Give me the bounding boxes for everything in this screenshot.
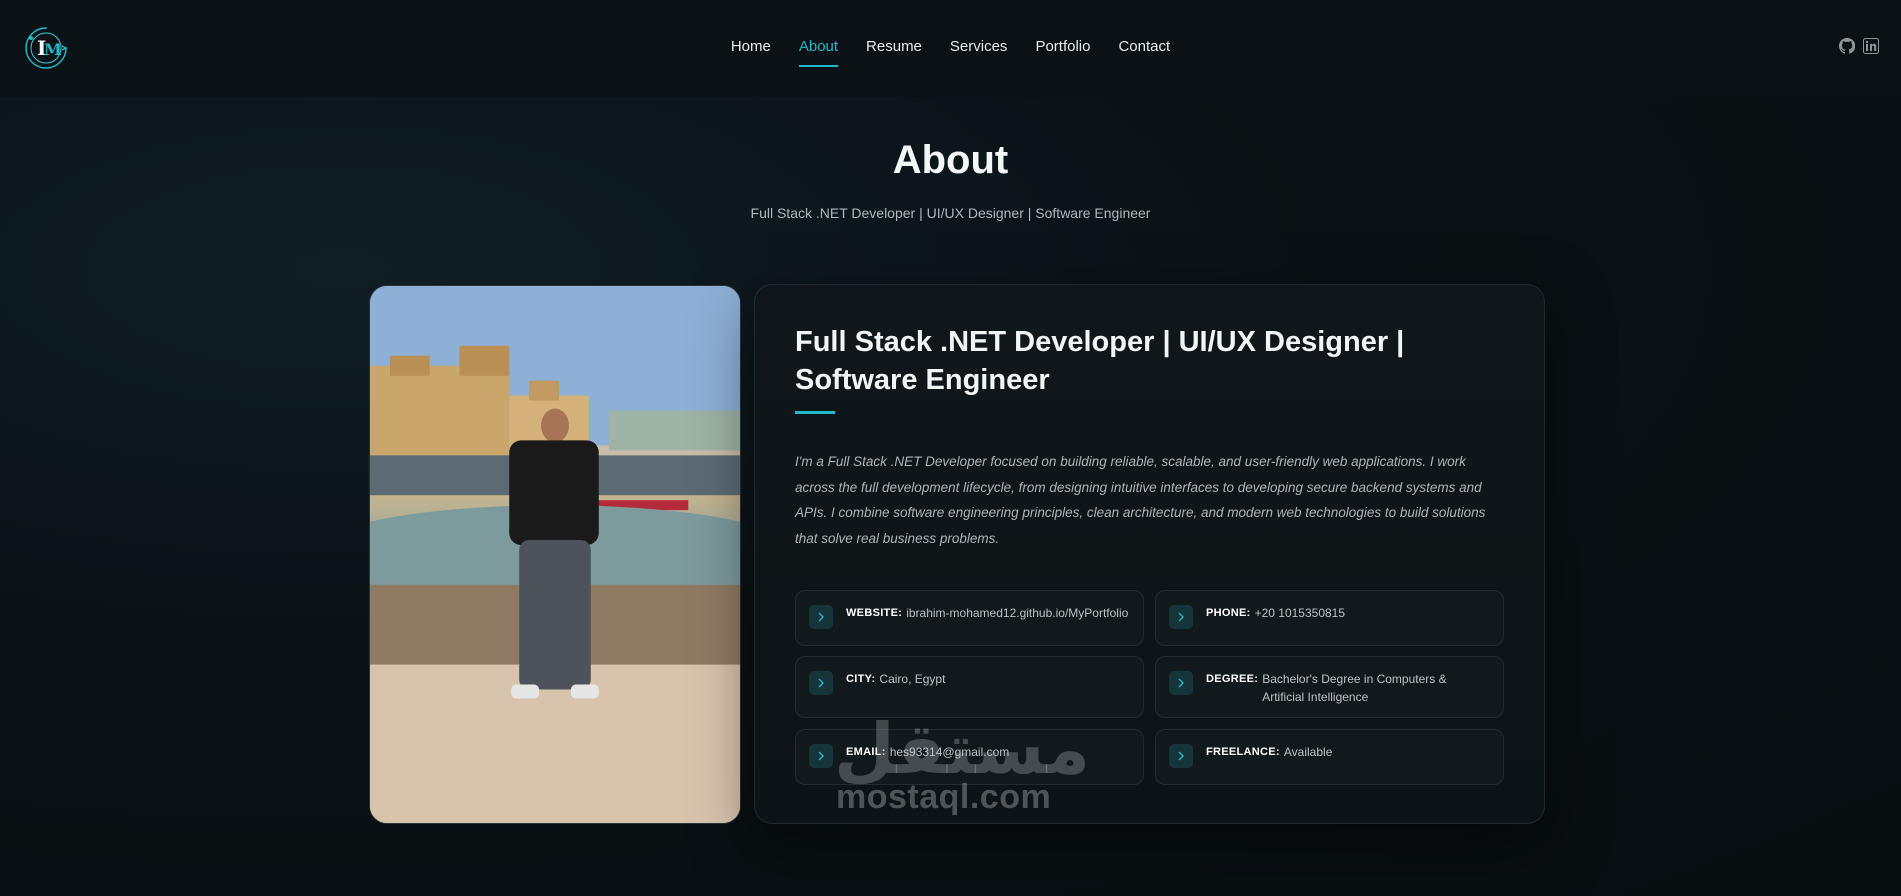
chevron-right-icon bbox=[1169, 671, 1193, 695]
freelance-value: Available bbox=[1283, 745, 1333, 759]
page-subtitle: Full Stack .NET Developer | UI/UX Design… bbox=[750, 205, 1151, 221]
degree-value: Bachelor's Degree in Computers & Artific… bbox=[1262, 672, 1447, 704]
about-description: I'm a Full Stack .NET Developer focused … bbox=[795, 454, 1486, 546]
info-freelance: FREELANCE: Available bbox=[1155, 729, 1504, 785]
page-title: About bbox=[892, 138, 1009, 182]
profile-photo bbox=[369, 285, 741, 824]
info-label: PHONE: bbox=[1206, 607, 1251, 619]
chevron-right-icon bbox=[809, 605, 833, 629]
info-label: WEBSITE: bbox=[846, 607, 903, 619]
main-nav: Home About Resume Services Portfolio Con… bbox=[0, 34, 1901, 67]
nav-portfolio[interactable]: Portfolio bbox=[1021, 34, 1104, 59]
chevron-right-icon bbox=[809, 744, 833, 768]
nav-resume[interactable]: Resume bbox=[852, 34, 936, 59]
nav-services[interactable]: Services bbox=[936, 34, 1022, 59]
watermark-logo: mostaql.com bbox=[836, 778, 1052, 816]
website-link[interactable]: ibrahim-mohamed12.github.io/MyPortfolio bbox=[906, 604, 1131, 622]
phone-value: +20 1015350815 bbox=[1254, 606, 1346, 620]
info-website: WEBSITE: ibrahim-mohamed12.github.io/MyP… bbox=[795, 590, 1144, 646]
info-phone: PHONE: +20 1015350815 bbox=[1155, 590, 1504, 646]
info-label: CITY: bbox=[846, 673, 876, 685]
github-icon[interactable] bbox=[1838, 37, 1856, 54]
nav-contact[interactable]: Contact bbox=[1104, 34, 1184, 59]
nav-about[interactable]: About bbox=[785, 34, 852, 67]
card-title: Full Stack .NET Developer | UI/UX Design… bbox=[795, 326, 1405, 396]
linkedin-icon[interactable] bbox=[1863, 38, 1879, 54]
social-links bbox=[1838, 37, 1879, 54]
info-degree: DEGREE: Bachelor's Degree in Computers &… bbox=[1155, 656, 1504, 718]
title-underline bbox=[795, 411, 835, 414]
chevron-right-icon bbox=[1169, 605, 1193, 629]
info-label: DEGREE: bbox=[1206, 673, 1259, 685]
nav-home[interactable]: Home bbox=[717, 34, 785, 59]
city-value: Cairo, Egypt bbox=[879, 672, 946, 686]
site-header: I M Home About Resume Services Portfolio… bbox=[0, 0, 1901, 97]
chevron-right-icon bbox=[809, 671, 833, 695]
info-label: FREELANCE: bbox=[1206, 746, 1280, 758]
chevron-right-icon bbox=[1169, 744, 1193, 768]
